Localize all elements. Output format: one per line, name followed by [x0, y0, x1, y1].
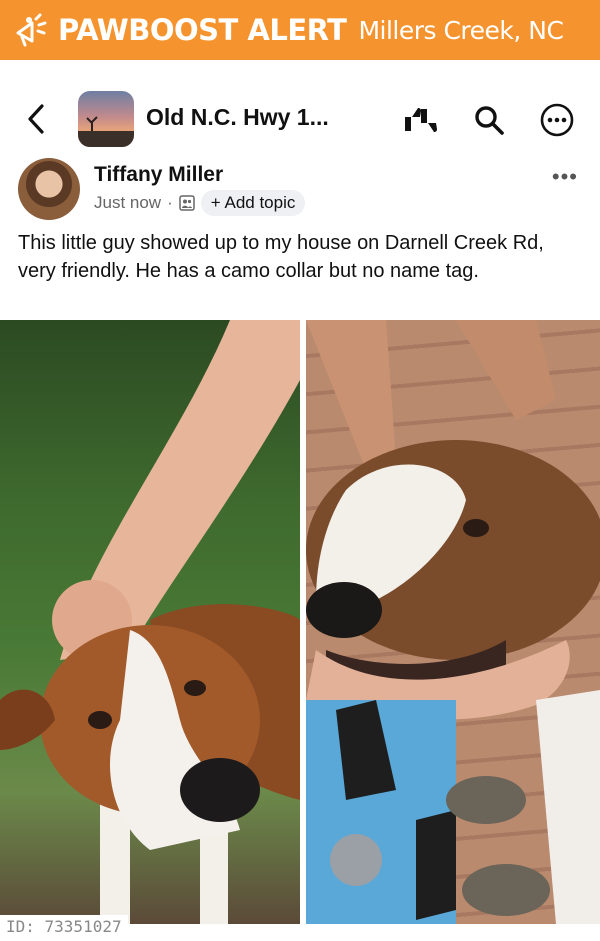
group-name[interactable]: Old N.C. Hwy 1... — [146, 104, 329, 131]
author-avatar[interactable] — [18, 158, 80, 220]
back-chevron-icon[interactable] — [22, 102, 50, 136]
search-icon[interactable] — [470, 101, 508, 139]
add-topic-button[interactable]: + Add topic — [200, 190, 306, 216]
meta-separator: · — [167, 193, 173, 212]
megaphone-icon — [10, 10, 52, 50]
group-badge-icon — [179, 195, 195, 211]
group-nav-header: Old N.C. Hwy 1... — [0, 88, 600, 150]
author-name[interactable]: Tiffany Miller — [94, 163, 223, 187]
post-photo-1[interactable] — [0, 320, 300, 924]
post-meta: Just now · + Add topic — [94, 190, 306, 216]
post-photo-2[interactable] — [306, 320, 600, 924]
alert-banner: PAWBOOST ALERT Millers Creek, NC — [0, 0, 600, 60]
post-more-icon[interactable]: ••• — [552, 164, 578, 190]
more-circle-icon[interactable] — [538, 101, 576, 139]
group-thumbnail[interactable] — [78, 91, 134, 147]
alert-location: Millers Creek, NC — [358, 15, 564, 45]
thumbs-icon[interactable] — [402, 101, 440, 139]
alert-title: PAWBOOST ALERT — [58, 13, 347, 47]
post-timestamp: Just now — [94, 193, 162, 212]
post-body: This little guy showed up to my house on… — [18, 232, 544, 282]
post-id-label: ID: 73351027 — [0, 915, 128, 941]
